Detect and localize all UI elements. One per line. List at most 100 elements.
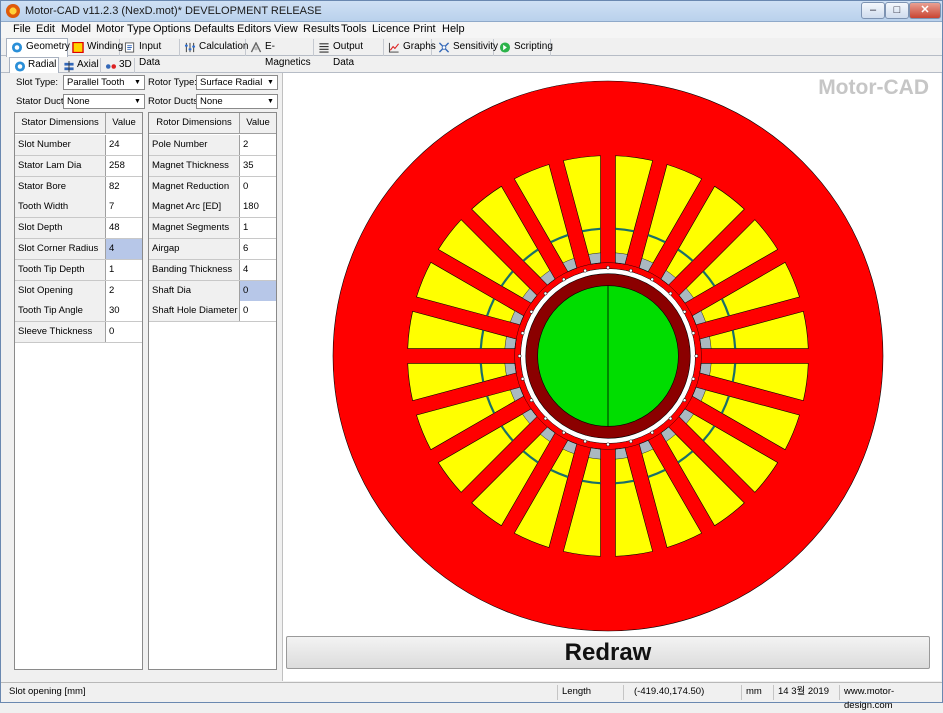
rotor-dimension-row-value[interactable]: 2 — [240, 135, 276, 155]
stator-dimension-row-value[interactable]: 258 — [106, 155, 142, 176]
rotor-dimension-row[interactable]: Airgap 6 — [149, 239, 276, 260]
tab-geometry-label: Geometry — [26, 41, 70, 52]
rotor-dimension-row-name: Airgap — [149, 239, 240, 259]
tooth-tip — [629, 439, 633, 444]
close-button[interactable]: ✕ — [909, 2, 941, 19]
rotor-dimension-row-value[interactable]: 1 — [240, 218, 276, 239]
stator-ducts-select[interactable]: None ▼ — [63, 94, 145, 109]
status-hint: Slot opening [mm] — [9, 686, 86, 697]
tooth-tip — [543, 416, 548, 421]
stator-dimension-row-value[interactable]: 4 — [106, 239, 142, 259]
redraw-button[interactable]: Redraw — [286, 636, 930, 669]
tab-winding[interactable]: Winding — [68, 39, 123, 56]
tab-graphs[interactable]: Graphs — [384, 39, 436, 56]
stator-dimension-row[interactable]: Slot Opening 2 — [15, 280, 142, 302]
scripting-icon — [499, 42, 511, 53]
rotor-dimension-row[interactable]: Pole Number 2 — [149, 135, 276, 156]
tab-radial-label: Radial — [28, 59, 57, 70]
tab-3d[interactable]: 3D — [101, 58, 135, 73]
stator-dimension-row[interactable]: Tooth Tip Angle 30 — [15, 301, 142, 323]
stator-header-value: Value — [112, 117, 136, 128]
stator-dimension-row-value[interactable]: 7 — [106, 197, 142, 218]
slot-type-select[interactable]: Parallel Tooth ▼ — [63, 75, 145, 90]
rotor-dimension-row-name: Magnet Segments — [149, 218, 240, 239]
chevron-down-icon: ▼ — [267, 79, 274, 86]
stator-dimension-row-name: Sleeve Thickness — [15, 322, 106, 343]
rotor-dimension-row[interactable]: Magnet Segments 1 — [149, 218, 276, 240]
tooth-tip — [583, 439, 587, 444]
menu-edit[interactable]: Edit — [36, 23, 55, 35]
tab-output-data[interactable]: Output Data — [314, 39, 384, 68]
geometry-drawing-area[interactable]: Motor-CAD Redraw — [282, 73, 941, 681]
stator-dimension-row[interactable]: Tooth Width 7 — [15, 197, 142, 219]
maximize-button[interactable]: □ — [885, 2, 909, 19]
menu-print[interactable]: Print — [413, 23, 436, 35]
stator-dimension-row-value[interactable]: 24 — [106, 135, 142, 155]
tab-calculation[interactable]: Calculation — [180, 39, 248, 56]
tab-radial[interactable]: Radial — [9, 57, 59, 74]
stator-dimension-row[interactable]: Slot Depth 48 — [15, 218, 142, 240]
stator-dimension-row-value[interactable]: 48 — [106, 218, 142, 239]
minimize-button[interactable]: – — [861, 2, 885, 19]
window-title: Motor-CAD v11.2.3 (NexD.mot)* DEVELOPMEN… — [25, 5, 322, 17]
tab-input-data[interactable]: Input Data — [120, 39, 180, 68]
menu-tools[interactable]: Tools — [341, 23, 367, 35]
stator-dimension-row-value[interactable]: 82 — [106, 176, 142, 197]
rotor-dimension-row-value[interactable]: 0 — [240, 176, 276, 197]
rotor-dimension-row[interactable]: Magnet Reduction 0 — [149, 176, 276, 198]
menu-options[interactable]: Options — [153, 23, 191, 35]
menu-help[interactable]: Help — [442, 23, 465, 35]
rotor-dimension-row-name: Banding Thickness — [149, 259, 240, 280]
rotor-dimension-row-value[interactable]: 180 — [240, 197, 276, 218]
rotor-dimension-row-value[interactable]: 35 — [240, 155, 276, 176]
output-data-icon — [319, 43, 329, 53]
rotor-dimension-row-value[interactable]: 0 — [240, 280, 276, 301]
rotor-dimension-row-value[interactable]: 4 — [240, 259, 276, 280]
tab-axial[interactable]: Axial — [59, 58, 101, 73]
rotor-dimension-row-name: Pole Number — [149, 135, 240, 155]
emagnetics-icon — [250, 42, 262, 53]
menu-defaults[interactable]: Defaults — [194, 23, 234, 35]
stator-dimension-row[interactable]: Slot Number 24 — [15, 135, 142, 156]
rotor-ducts-select[interactable]: None ▼ — [196, 94, 278, 109]
rotor-dimension-row[interactable]: Banding Thickness 4 — [149, 259, 276, 281]
rotor-dimension-row[interactable]: Magnet Arc [ED] 180 — [149, 197, 276, 219]
stator-dimension-row[interactable]: Stator Bore 82 — [15, 176, 142, 198]
status-website[interactable]: www.motor-design.com — [839, 685, 939, 711]
menu-view[interactable]: View — [274, 23, 298, 35]
stator-dimension-row[interactable]: Sleeve Thickness 0 — [15, 322, 142, 344]
tab-emagnetics[interactable]: E-Magnetics — [246, 39, 314, 68]
table-header: Stator Dimensions Value — [15, 113, 142, 134]
menu-editors[interactable]: Editors — [237, 23, 271, 35]
rotor-dimension-row[interactable]: Shaft Dia 0 — [149, 280, 276, 302]
tooth-tip — [668, 291, 673, 296]
menu-licence[interactable]: Licence — [372, 23, 410, 35]
tooth-tip — [520, 331, 525, 335]
stator-dimension-row-name: Slot Number — [15, 135, 106, 155]
stator-dimension-row-value[interactable]: 0 — [106, 322, 142, 343]
rotor-dimension-row-name: Shaft Hole Diameter — [149, 301, 240, 322]
menu-results[interactable]: Results — [303, 23, 340, 35]
menu-motor-type[interactable]: Motor Type — [96, 23, 151, 35]
tooth-tip — [691, 377, 696, 381]
stator-dimension-row-value[interactable]: 2 — [106, 280, 142, 301]
rotor-dimension-row-value[interactable]: 6 — [240, 239, 276, 259]
rotor-dimension-row[interactable]: Shaft Hole Diameter 0 — [149, 301, 276, 323]
rotor-dimension-row[interactable]: Magnet Thickness 35 — [149, 155, 276, 177]
stator-dimension-row-value[interactable]: 1 — [106, 259, 142, 280]
stator-dimension-row[interactable]: Stator Lam Dia 258 — [15, 155, 142, 177]
tooth-tip — [529, 398, 534, 403]
menu-file[interactable]: File — [13, 23, 31, 35]
motor-cross-section[interactable] — [283, 73, 942, 633]
rotor-type-select[interactable]: Surface Radial ▼ — [196, 75, 278, 90]
stator-dimension-row-name: Stator Bore — [15, 176, 106, 197]
tab-sensitivity[interactable]: Sensitivity — [434, 39, 498, 56]
menu-model[interactable]: Model — [61, 23, 91, 35]
rotor-dimension-row-value[interactable]: 0 — [240, 301, 276, 322]
tab-geometry[interactable]: Geometry — [6, 38, 70, 57]
stator-dimension-row-value[interactable]: 30 — [106, 301, 142, 322]
tooth-tip — [668, 416, 673, 421]
stator-dimension-row[interactable]: Tooth Tip Depth 1 — [15, 259, 142, 281]
stator-dimension-row[interactable]: Slot Corner Radius 4 — [15, 239, 142, 260]
tab-scripting[interactable]: Scripting — [495, 39, 553, 56]
